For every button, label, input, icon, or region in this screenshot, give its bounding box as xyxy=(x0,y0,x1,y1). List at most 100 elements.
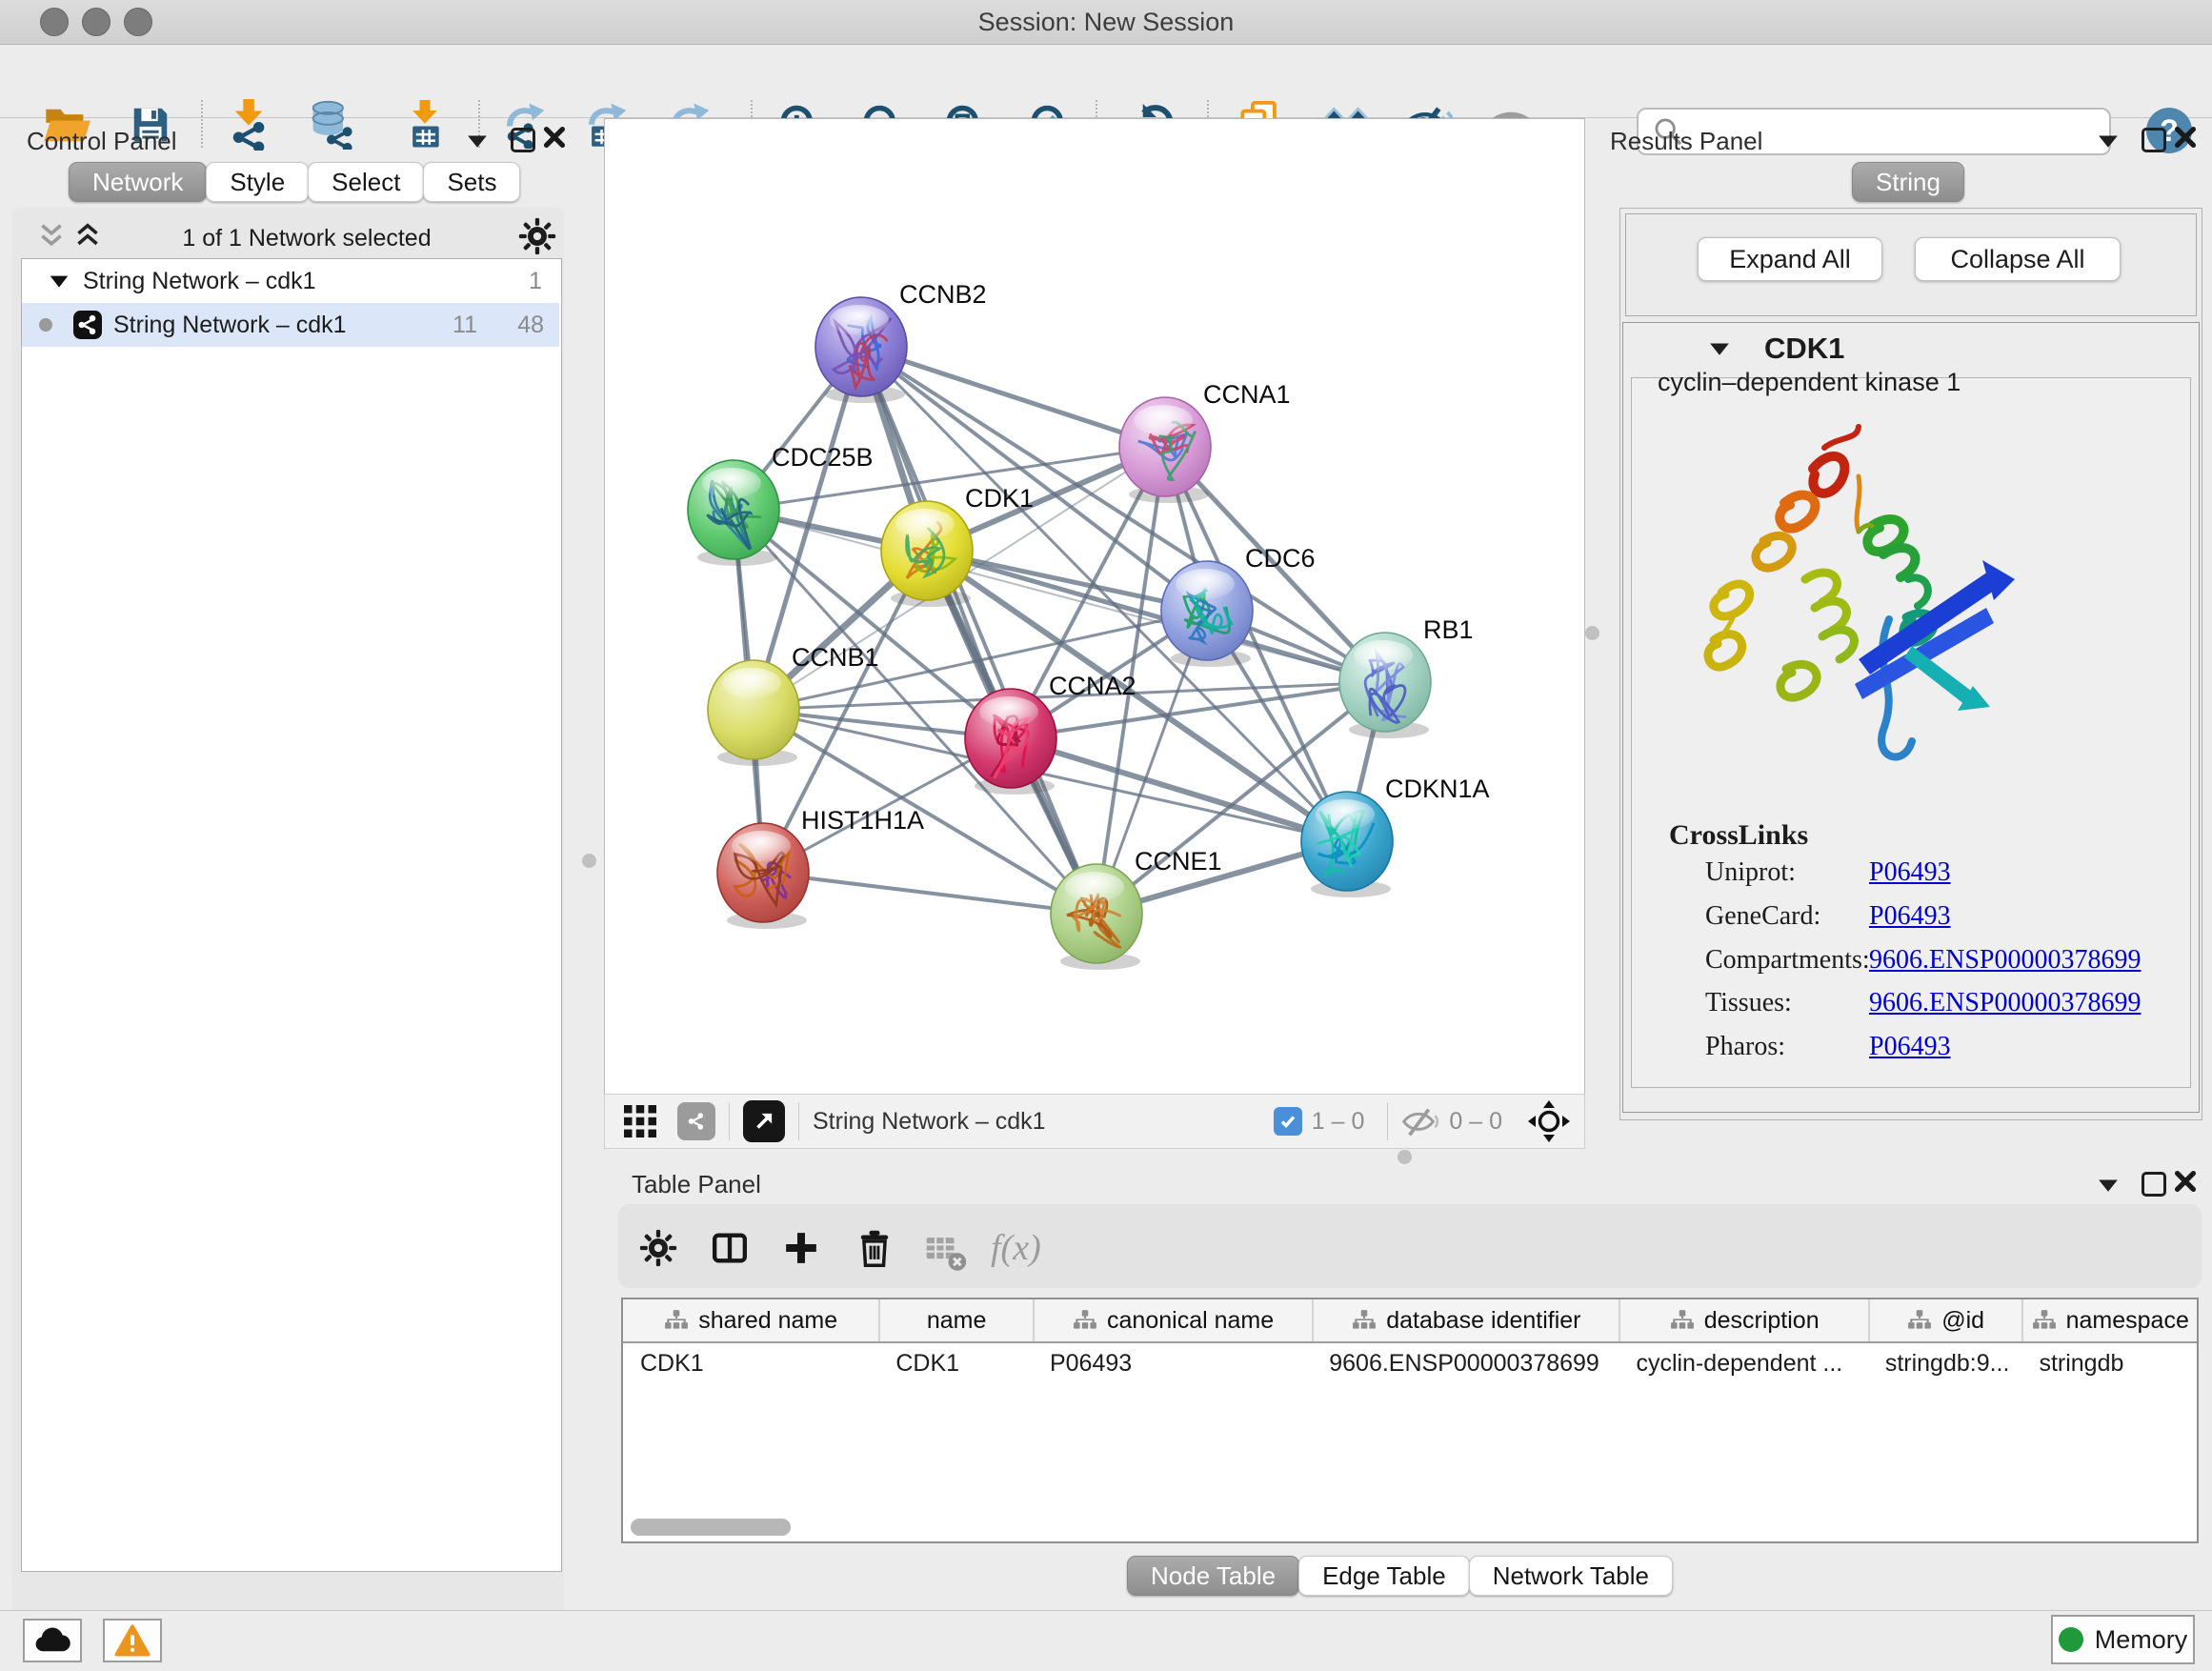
tab-style[interactable]: Style xyxy=(206,162,309,202)
collapse-all-networks-icon[interactable] xyxy=(38,223,65,248)
network-collection-row[interactable]: String Network – cdk1 1 xyxy=(22,259,559,303)
tab-edge-table[interactable]: Edge Table xyxy=(1298,1556,1470,1596)
import-network-database-button[interactable] xyxy=(305,98,358,151)
control-panel-float-button[interactable] xyxy=(511,128,535,152)
graph-node-HIST1H1A[interactable]: HIST1H1A xyxy=(717,806,924,929)
show-columns-icon[interactable] xyxy=(711,1229,749,1267)
tab-network[interactable]: Network xyxy=(69,162,207,202)
graph-edge-HIST1H1A-CCNE1[interactable] xyxy=(763,873,1096,914)
crosslink-link[interactable]: 9606.ENSP00000378699 xyxy=(1869,945,2141,976)
table-panel-menu-caret-icon[interactable] xyxy=(2096,1178,2121,1193)
column-header-name[interactable]: name xyxy=(878,1299,1033,1341)
graph-node-label: CDC6 xyxy=(1245,544,1316,573)
expand-all-networks-icon[interactable] xyxy=(74,223,101,248)
import-table-icon xyxy=(404,100,446,149)
cell[interactable]: cyclin-dependent ... xyxy=(1619,1350,1867,1378)
toolbar-separator xyxy=(798,1102,799,1140)
network-options-gear-icon[interactable] xyxy=(518,217,556,255)
cell[interactable]: CDK1 xyxy=(878,1350,1033,1378)
network-status-dot xyxy=(39,318,52,332)
tab-string[interactable]: String xyxy=(1852,162,1964,202)
crosslink-row: GeneCard: P06493 xyxy=(1705,901,2182,936)
cell[interactable]: 9606.ENSP00000378699 xyxy=(1312,1350,1619,1378)
graph-node-RB1[interactable]: RB1 xyxy=(1339,615,1474,738)
tab-select[interactable]: Select xyxy=(308,162,424,202)
column-header-namespace[interactable]: namespace xyxy=(2021,1299,2197,1341)
crosslink-label: GeneCard: xyxy=(1705,901,1820,931)
cell[interactable]: stringdb:9... xyxy=(1868,1350,2022,1378)
table-horizontal-scrollbar[interactable] xyxy=(631,1519,791,1536)
control-panel-close-button[interactable] xyxy=(543,126,566,149)
tab-sets[interactable]: Sets xyxy=(423,162,520,202)
graph-node-CCNA1[interactable]: CCNA1 xyxy=(1119,380,1291,503)
selected-nodes-checkbox[interactable] xyxy=(1274,1107,1302,1136)
collection-label: String Network – cdk1 xyxy=(83,268,316,295)
left-splitter-handle[interactable] xyxy=(582,854,596,868)
birdseye-grid-icon[interactable] xyxy=(624,1105,656,1137)
network-graph[interactable]: CCNB2CCNA1CDC25BCDK1CDC6RB1CCNB1CCNA2CDK… xyxy=(605,119,1582,1093)
cloud-status-button[interactable] xyxy=(23,1619,82,1662)
results-panel-close-button[interactable] xyxy=(2174,126,2197,149)
table-options-gear-icon[interactable] xyxy=(639,1229,677,1267)
control-panel-menu-caret-icon[interactable] xyxy=(465,133,490,149)
column-header-database-identifier[interactable]: database identifier xyxy=(1312,1299,1619,1341)
cell[interactable]: CDK1 xyxy=(623,1350,878,1378)
graph-edge-CCNB2-CCNA1[interactable] xyxy=(861,347,1165,447)
table-panel-float-button[interactable] xyxy=(2142,1172,2166,1197)
network-canvas[interactable]: CCNB2CCNA1CDC25BCDK1CDC6RB1CCNB1CCNA2CDK… xyxy=(604,118,1585,1096)
check-icon xyxy=(1278,1112,1297,1131)
column-header-description[interactable]: description xyxy=(1619,1299,1867,1341)
delete-column-trash-icon[interactable] xyxy=(856,1227,893,1269)
delete-table-icon-disabled xyxy=(925,1233,967,1272)
collapse-all-button[interactable]: Collapse All xyxy=(1915,237,2121,281)
memory-label: Memory xyxy=(2095,1625,2188,1655)
tab-network-table[interactable]: Network Table xyxy=(1469,1556,1673,1596)
expand-all-button[interactable]: Expand All xyxy=(1698,237,1882,281)
bottom-splitter-handle[interactable] xyxy=(1398,1150,1412,1164)
title-bar: Session: New Session xyxy=(0,0,2212,45)
cell[interactable]: stringdb xyxy=(2021,1350,2197,1378)
control-panel-title: Control Panel xyxy=(27,127,177,156)
import-network-file-button[interactable] xyxy=(223,98,276,151)
crosslink-link[interactable]: P06493 xyxy=(1869,1032,1951,1062)
network-row-selected[interactable]: String Network – cdk1 11 48 xyxy=(22,303,559,347)
share-icon xyxy=(684,1109,709,1134)
open-in-window-button[interactable] xyxy=(743,1100,785,1142)
network-label: String Network – cdk1 xyxy=(113,312,347,339)
node-section-collapse-icon[interactable] xyxy=(1707,341,1732,356)
crosslink-link[interactable]: P06493 xyxy=(1869,901,1951,932)
crosslink-label: Uniprot: xyxy=(1705,857,1796,887)
cell[interactable]: P06493 xyxy=(1033,1350,1312,1378)
import-table-button[interactable] xyxy=(398,98,452,151)
results-panel-menu-caret-icon[interactable] xyxy=(2096,133,2121,149)
right-splitter-handle[interactable] xyxy=(1585,626,1599,640)
selected-count: 1 – 0 xyxy=(1312,1108,1365,1136)
network-edge-count: 48 xyxy=(477,312,559,339)
column-header-@id[interactable]: @id xyxy=(1868,1299,2022,1341)
network-type-button[interactable] xyxy=(677,1102,715,1140)
graph-node-label: CCNA2 xyxy=(1049,672,1136,700)
control-panel-tabs: NetworkStyleSelectSets xyxy=(70,162,520,202)
graph-node-CDC6[interactable]: CDC6 xyxy=(1161,544,1316,667)
column-header-shared-name[interactable]: shared name xyxy=(623,1299,878,1341)
memory-status-button[interactable]: Memory xyxy=(2051,1615,2195,1664)
crosslink-link[interactable]: P06493 xyxy=(1869,857,1951,888)
graph-node-label: CCNB2 xyxy=(899,280,987,309)
table-row[interactable]: CDK1CDK1P064939606.ENSP00000378699cyclin… xyxy=(623,1343,2197,1383)
tree-expand-icon[interactable] xyxy=(49,273,70,289)
graph-node-CCNB2[interactable]: CCNB2 xyxy=(815,280,987,403)
table-panel-close-button[interactable] xyxy=(2174,1170,2197,1193)
add-column-icon[interactable] xyxy=(782,1229,820,1267)
application-window: Session: New Session xyxy=(0,0,2212,1671)
node-table[interactable]: shared namenamecanonical name database id… xyxy=(621,1298,2199,1543)
column-header-canonical-name[interactable]: canonical name xyxy=(1033,1299,1312,1341)
graph-node-CDKN1A[interactable]: CDKN1A xyxy=(1301,775,1490,897)
node-result-name: CDK1 xyxy=(1764,332,1844,366)
warnings-button[interactable] xyxy=(103,1619,162,1662)
results-panel-float-button[interactable] xyxy=(2142,128,2166,152)
pan-crosshair-icon[interactable] xyxy=(1527,1099,1571,1143)
tab-node-table[interactable]: Node Table xyxy=(1127,1556,1299,1596)
column-header-label: database identifier xyxy=(1386,1307,1580,1335)
crosslink-link[interactable]: 9606.ENSP00000378699 xyxy=(1869,988,2141,1018)
warning-icon xyxy=(114,1624,151,1658)
